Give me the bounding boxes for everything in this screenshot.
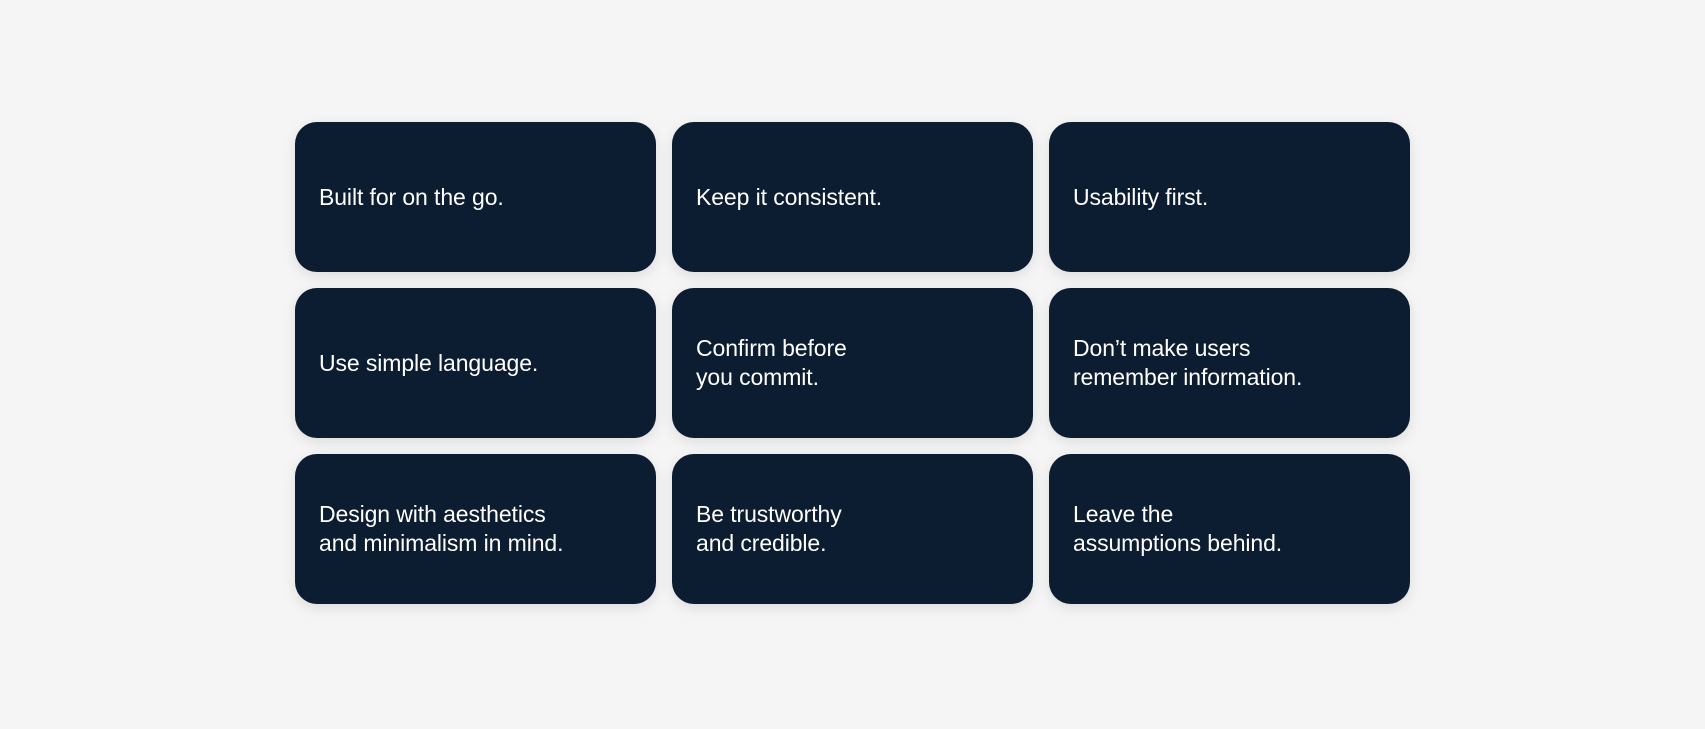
principle-text: Be trustworthy and credible.	[696, 501, 842, 556]
principle-text: Use simple language.	[319, 349, 539, 376]
principle-card-usability: Usability first.	[1049, 122, 1410, 272]
principle-card-aesthetics: Design with aesthetics and minimalism in…	[295, 454, 656, 604]
principle-text: Design with aesthetics and minimalism in…	[319, 501, 564, 556]
principle-text: Built for on the go.	[319, 183, 504, 210]
principle-card-on-the-go: Built for on the go.	[295, 122, 656, 272]
principle-card-assumptions: Leave the assumptions behind.	[1049, 454, 1410, 604]
principle-card-simple-language: Use simple language.	[295, 288, 656, 438]
principle-card-confirm: Confirm before you commit.	[672, 288, 1033, 438]
principle-card-trustworthy: Be trustworthy and credible.	[672, 454, 1033, 604]
principle-text: Don’t make users remember information.	[1073, 335, 1303, 390]
principle-card-consistent: Keep it consistent.	[672, 122, 1033, 272]
principle-text: Keep it consistent.	[696, 183, 883, 210]
principle-text: Leave the assumptions behind.	[1073, 501, 1283, 556]
principles-grid: Built for on the go. Keep it consistent.…	[295, 122, 1410, 604]
principle-text: Confirm before you commit.	[696, 335, 847, 390]
principle-card-memory: Don’t make users remember information.	[1049, 288, 1410, 438]
principle-text: Usability first.	[1073, 183, 1209, 210]
